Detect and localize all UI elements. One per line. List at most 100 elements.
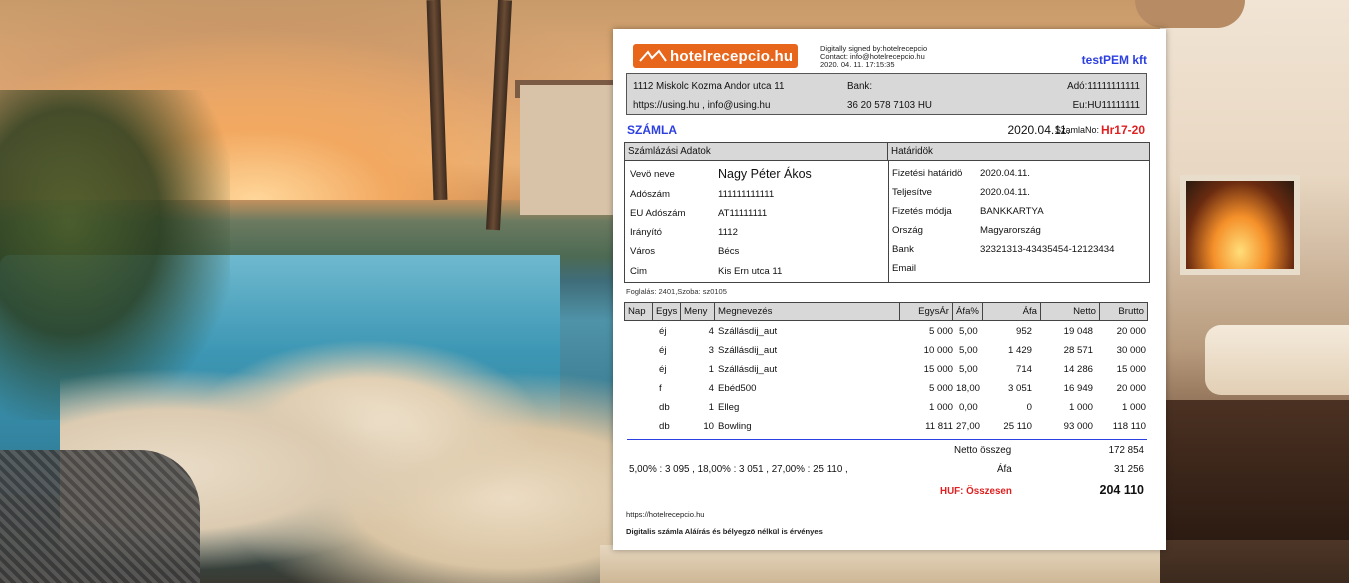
digital-signature: Digitally signed by:hotelrecepcio Contac… [820, 44, 927, 70]
cell-name: Ebéd500 [718, 383, 757, 394]
cell-egys: f [659, 383, 662, 394]
cell-name: Elleg [718, 402, 740, 413]
cell-vat-pct: 5,00 [959, 326, 978, 337]
deadline-label: Email [892, 263, 916, 274]
seller-eu-tax: Eu:HU11111111 [1072, 100, 1140, 111]
col-brutto: Brutto [1118, 306, 1144, 317]
billing-header: Számlázási Adatok [625, 143, 888, 161]
wooden-table [1165, 400, 1349, 540]
cell-gross: 20 000 [1116, 383, 1146, 394]
seller-info: 1112 Miskolc Kozma Andor utca 11 https:/… [626, 73, 1147, 115]
billing-label: Irányító [630, 227, 662, 238]
table-row: db 1 Elleg 1 000 0,00 0 1 000 1 000 [624, 398, 1148, 417]
footer-note: Digitalis számla Aláírás és bélyegzö nél… [626, 527, 823, 536]
net-total-label: Netto összeg [954, 445, 1012, 456]
deadline-label: Fizetési határidö [892, 168, 963, 179]
cell-vat: 0 [1026, 402, 1032, 413]
billing-value: AT11111111 [718, 208, 768, 219]
deadline-value: BANKKARTYA [980, 206, 1044, 217]
wall-decoration [1135, 0, 1245, 28]
vat-total-label: Áfa [997, 464, 1012, 475]
company-name: testPEM kft [1081, 53, 1147, 67]
billing-label: Adószám [630, 189, 670, 200]
cell-gross: 118 110 [1112, 421, 1146, 432]
sofa [600, 545, 1160, 583]
billing-label: Város [630, 246, 656, 257]
deadline-value: 32321313-43435454-12123434 [980, 244, 1115, 255]
billing-value: Nagy Péter Ákos [718, 167, 812, 181]
cell-price: 11 811 [925, 421, 953, 432]
table-row: éj 3 Szállásdij_aut 10 000 5,00 1 429 28… [624, 341, 1148, 360]
deadline-value: 2020.04.11. [980, 187, 1030, 198]
vat-breakdown: 5,00% : 3 095 , 18,00% : 3 051 , 27,00% … [629, 464, 848, 475]
col-egysar: EgysÁr [900, 303, 953, 320]
col-afa-pct: Áfa% [953, 303, 983, 320]
cell-vat: 25 110 [1003, 421, 1032, 432]
table-row: f 4 Ebéd500 5 000 18,00 3 051 16 949 20 … [624, 379, 1148, 398]
col-egys: Egys [653, 303, 681, 320]
billing-value: Kis Ern utca 11 [718, 266, 783, 277]
cell-meny: 10 [703, 421, 714, 432]
cell-name: Szállásdij_aut [718, 364, 778, 375]
table-row: éj 4 Szállásdij_aut 5 000 5,00 952 19 04… [624, 322, 1148, 341]
cell-vat-pct: 5,00 [959, 345, 978, 356]
bank-label: Bank: [847, 81, 873, 92]
fireplace [1180, 175, 1300, 275]
deadline-value: 2020.04.11. [980, 168, 1030, 179]
billing-value: 1112 [718, 227, 738, 238]
deadline-label: Ország [892, 225, 923, 236]
cell-net: 19 048 [1063, 326, 1093, 337]
cell-net: 16 949 [1063, 383, 1093, 394]
logo: hotelrecepcio.hu [633, 44, 798, 68]
cell-vat: 714 [1015, 364, 1032, 375]
cell-net: 1 000 [1068, 402, 1093, 413]
invoice-header: hotelrecepcio.hu Digitally signed by:hot… [613, 29, 1166, 73]
billing-value: 111111111111 [718, 189, 775, 200]
cell-vat: 1 429 [1007, 345, 1032, 356]
cell-egys: db [659, 421, 670, 432]
cell-price: 15 000 [923, 364, 953, 375]
cell-gross: 30 000 [1116, 345, 1146, 356]
grand-total-label: HUF: Összesen [940, 486, 1012, 497]
cell-net: 93 000 [1063, 421, 1093, 432]
invoice-title: SZÁMLA [627, 123, 677, 137]
invoice-title-row: SZÁMLA 2020.04.11. SzamlaNo: Hr17-20 [626, 123, 1147, 139]
cell-vat-pct: 18,00 [956, 383, 981, 394]
cell-net: 28 571 [1063, 345, 1093, 356]
deadline-label: Teljesítve [892, 187, 932, 198]
col-afa: Áfa [983, 303, 1041, 320]
billing-value: Bécs [718, 246, 740, 257]
cell-gross: 15 000 [1116, 364, 1146, 375]
billing-label: Vevö neve [630, 169, 675, 180]
grand-total: 204 110 [1099, 483, 1145, 497]
cell-vat-pct: 0,00 [959, 402, 978, 413]
seller-tax: Adó:11111111111 [1067, 81, 1140, 92]
footer-url: https://hotelrecepcio.hu [626, 510, 705, 519]
cell-price: 5 000 [928, 383, 953, 394]
cell-meny: 4 [708, 383, 714, 394]
totals-separator [627, 439, 1147, 440]
deadline-label: Bank [892, 244, 914, 255]
cell-egys: db [659, 402, 670, 413]
cell-egys: éj [659, 364, 667, 375]
cell-gross: 1 000 [1121, 402, 1146, 413]
billing-label: Cim [630, 266, 648, 277]
cell-name: Bowling [718, 421, 752, 432]
table-row: éj 1 Szállásdij_aut 15 000 5,00 714 14 2… [624, 360, 1148, 379]
cell-vat: 3 051 [1007, 383, 1032, 394]
invoice-sheet: hotelrecepcio.hu Digitally signed by:hot… [613, 29, 1166, 550]
seller-phone: 36 20 578 7103 HU [847, 100, 932, 111]
col-meny: Meny [681, 303, 715, 320]
cell-meny: 3 [708, 345, 714, 356]
logo-text: hotelrecepcio.hu [670, 47, 794, 65]
house [520, 85, 620, 215]
cell-egys: éj [659, 326, 667, 337]
cell-price: 1 000 [928, 402, 953, 413]
table-row: db 10 Bowling 11 811 27,00 25 110 93 000… [624, 417, 1148, 436]
signature-line: 2020. 04. 11. 17:15:35 [820, 60, 895, 70]
cell-name: Szállásdij_aut [718, 326, 778, 337]
cell-meny: 1 [708, 364, 714, 375]
invoice-number: Hr17-20 [1100, 123, 1145, 137]
billing-deadlines-box: Számlázási Adatok Határidök Vevö neve Na… [624, 142, 1150, 283]
cell-price: 5 000 [928, 326, 953, 337]
